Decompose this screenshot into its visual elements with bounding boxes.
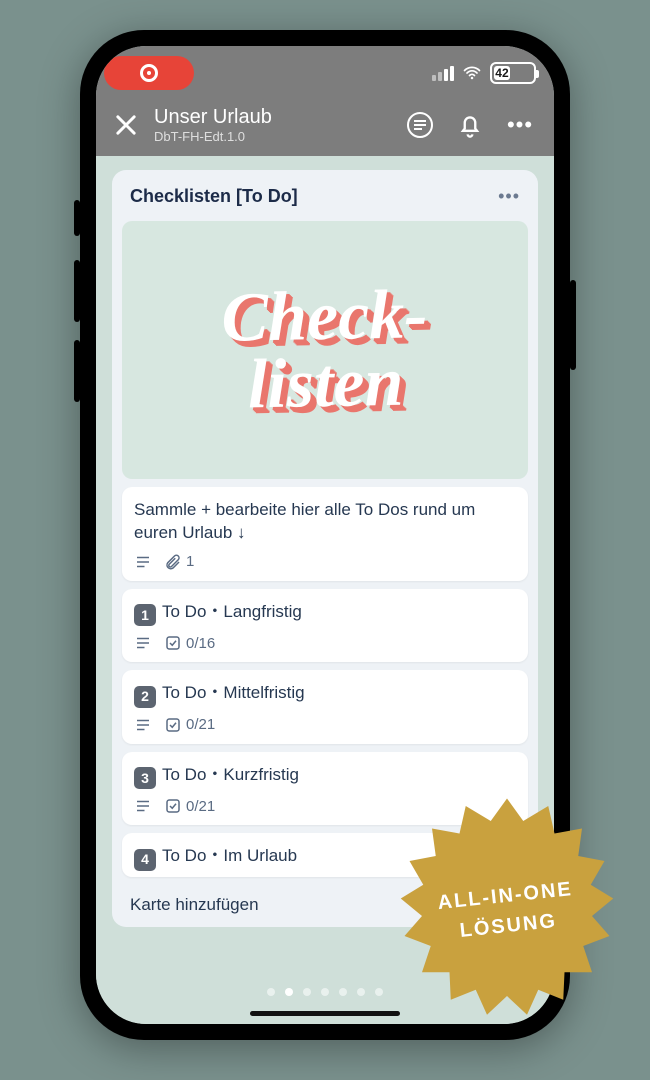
hw-volume-down bbox=[74, 340, 80, 402]
checklist-badge: 0/21 bbox=[164, 797, 215, 815]
promo-starburst: ALL-IN-ONE LÖSUNG bbox=[382, 786, 632, 1036]
checklist-badge: 0/21 bbox=[164, 716, 215, 734]
badge-line2: LÖSUNG bbox=[459, 910, 558, 942]
home-indicator[interactable] bbox=[250, 1011, 400, 1016]
description-icon bbox=[134, 634, 152, 652]
card-todo-1[interactable]: 1 To Do・Langfristig 0/16 bbox=[122, 589, 528, 662]
number-icon: 3 bbox=[134, 767, 156, 789]
battery-indicator: 42 bbox=[490, 62, 536, 84]
number-icon: 4 bbox=[134, 849, 156, 871]
hw-volume-up bbox=[74, 260, 80, 322]
board-subtitle: DbT-FH-Edt.1.0 bbox=[154, 129, 388, 144]
card-title: To Do・Kurzfristig bbox=[162, 765, 299, 784]
board-title[interactable]: Unser Urlaub bbox=[154, 106, 388, 129]
number-icon: 2 bbox=[134, 686, 156, 708]
board-navbar: Unser Urlaub DbT-FH-Edt.1.0 ••• bbox=[96, 94, 554, 156]
screen-record-pill[interactable] bbox=[104, 56, 194, 90]
more-icon[interactable]: ••• bbox=[502, 107, 538, 143]
description-icon bbox=[134, 553, 152, 571]
bell-icon[interactable] bbox=[452, 107, 488, 143]
list-cover[interactable]: Check- listen bbox=[122, 221, 528, 479]
status-bar: 42 bbox=[96, 46, 554, 94]
record-icon bbox=[140, 64, 158, 82]
card-title: Sammle + bearbeite hier alle To Dos rund… bbox=[134, 499, 516, 545]
card-todo-2[interactable]: 2 To Do・Mittelfristig 0/21 bbox=[122, 670, 528, 743]
hw-power-button bbox=[570, 280, 576, 370]
attachment-badge: 1 bbox=[164, 553, 194, 571]
hw-silence-switch bbox=[74, 200, 80, 236]
card-intro[interactable]: Sammle + bearbeite hier alle To Dos rund… bbox=[122, 487, 528, 581]
wifi-icon bbox=[462, 63, 482, 83]
card-title: To Do・Im Urlaub bbox=[162, 846, 297, 865]
description-icon bbox=[134, 797, 152, 815]
description-icon bbox=[134, 716, 152, 734]
number-icon: 1 bbox=[134, 604, 156, 626]
battery-percent: 42 bbox=[495, 66, 508, 80]
filter-icon[interactable] bbox=[402, 107, 438, 143]
list-title[interactable]: Checklisten [To Do] bbox=[130, 186, 298, 207]
cellular-signal-icon bbox=[432, 66, 454, 81]
cover-text: Check- listen bbox=[221, 282, 429, 419]
card-title: To Do・Mittelfristig bbox=[162, 683, 305, 702]
checklist-badge: 0/16 bbox=[164, 634, 215, 652]
card-title: To Do・Langfristig bbox=[162, 602, 302, 621]
list-menu-icon[interactable]: ••• bbox=[498, 186, 520, 207]
close-icon[interactable] bbox=[112, 111, 140, 139]
